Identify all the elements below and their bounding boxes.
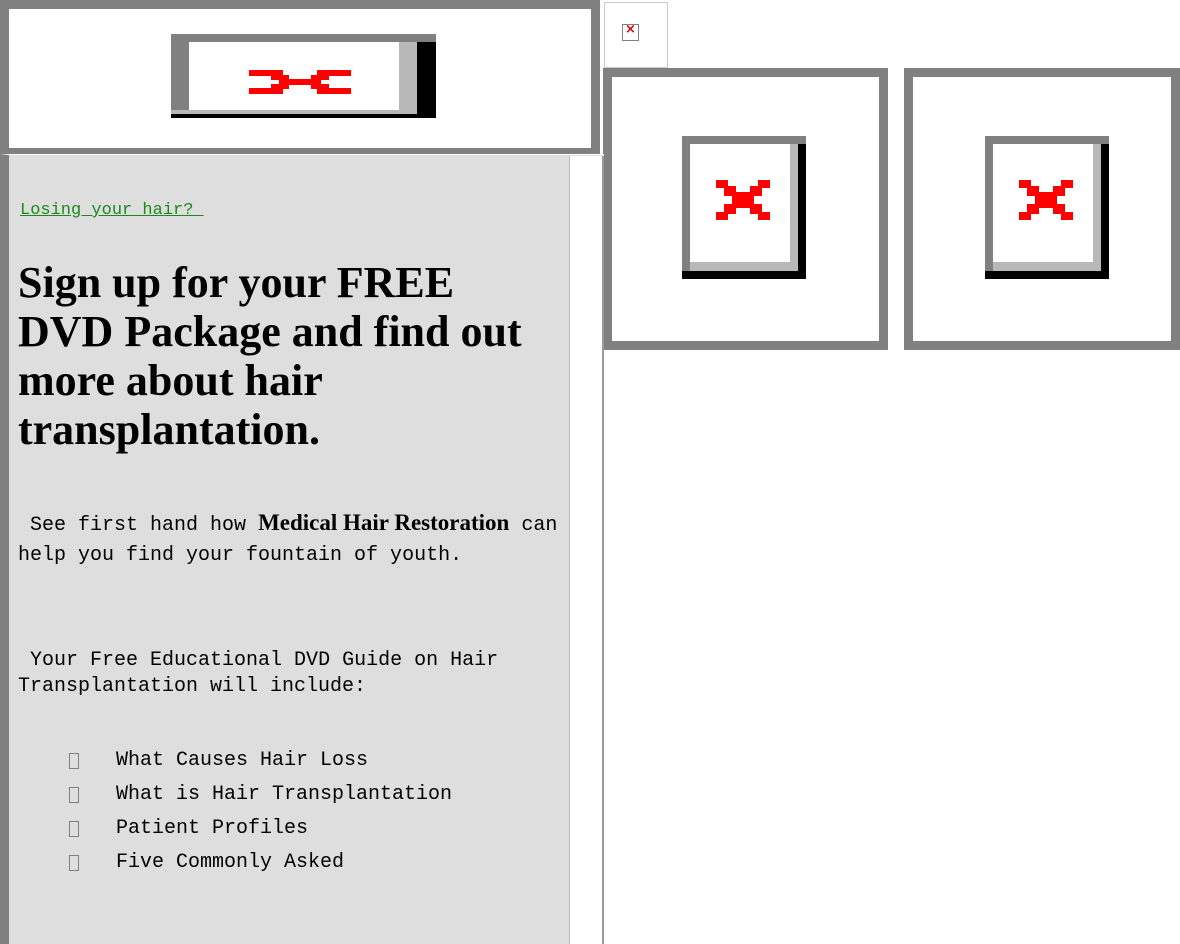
bullet-icon [69, 821, 79, 837]
ad-frame-1[interactable] [603, 68, 888, 350]
ad-frame-2[interactable] [904, 68, 1180, 350]
broken-image-icon [985, 136, 1109, 279]
broken-image-icon [171, 34, 436, 118]
headline: Sign up for your FREE DVD Package and fi… [18, 258, 522, 454]
intro-bold: Medical Hair Restoration [258, 510, 510, 535]
losing-hair-link[interactable]: Losing your hair? [20, 201, 204, 220]
bullet-icon [69, 855, 79, 871]
dvd-contents-list: What Causes Hair Loss What is Hair Trans… [68, 748, 548, 884]
panel-scroll-strip [569, 156, 604, 944]
dvd-guide-paragraph: Your Free Educational DVD Guide on Hair … [18, 649, 511, 698]
broken-image-icon: × [625, 22, 636, 37]
list-item-text: What is Hair Transplantation [116, 783, 453, 806]
intro-prefix: See first hand how [18, 514, 259, 537]
bullet-icon [69, 753, 79, 769]
list-item: What is Hair Transplantation [68, 782, 548, 808]
list-item-text: Five Commonly Asked [116, 851, 345, 874]
intro-paragraph: See first hand how Medical Hair Restorat… [18, 508, 563, 571]
list-item-text: What Causes Hair Loss [116, 749, 369, 772]
bullet-icon [69, 787, 79, 803]
broken-image-icon [682, 136, 806, 279]
list-item: What Causes Hair Loss [68, 748, 548, 774]
list-item-text: Patient Profiles [116, 817, 309, 840]
list-item: Five Commonly Asked [68, 850, 548, 876]
list-item: Patient Profiles [68, 816, 548, 842]
broken-image-small: × [604, 2, 668, 68]
